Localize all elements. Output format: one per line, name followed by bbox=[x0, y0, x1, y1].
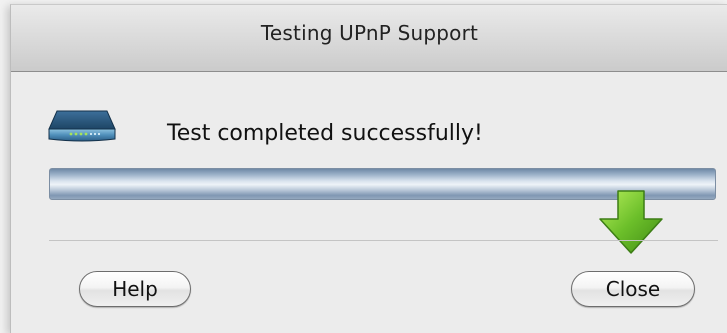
close-button[interactable]: Close bbox=[571, 271, 695, 307]
dialog-window: Testing UPnP Support Test completed succ… bbox=[10, 4, 727, 333]
help-button[interactable]: Help bbox=[79, 271, 191, 307]
status-message: Test completed successfully! bbox=[167, 121, 483, 146]
title-bar[interactable]: Testing UPnP Support bbox=[11, 5, 727, 72]
window-title: Testing UPnP Support bbox=[260, 21, 479, 45]
down-arrow-icon bbox=[596, 189, 666, 259]
router-icon bbox=[47, 105, 117, 145]
separator bbox=[49, 240, 718, 241]
